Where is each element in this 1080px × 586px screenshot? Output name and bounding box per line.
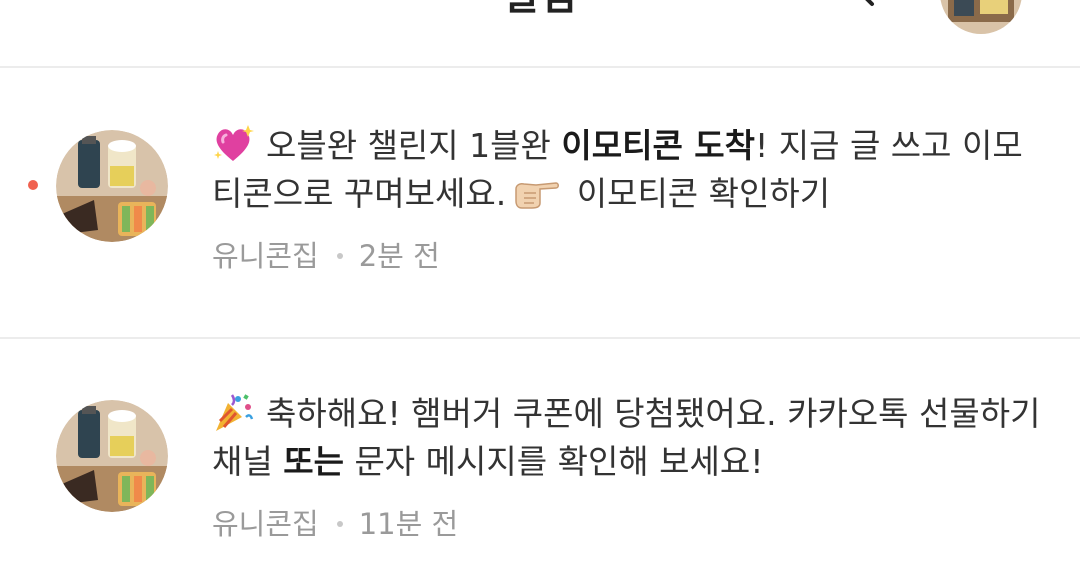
- avatar: [56, 130, 168, 242]
- message-text: 오블완 챌린지 1블완: [266, 126, 562, 165]
- search-icon: [865, 0, 874, 6]
- author-name: 유니콘집: [212, 239, 319, 273]
- notification-message: 축하해요! 햄버거 쿠폰에 당첨됐어요. 카카오톡 선물하기 채널 또는 문자 …: [212, 390, 1042, 486]
- message-link-text[interactable]: 이모티콘 확인하기: [566, 174, 830, 213]
- timestamp: 2분 전: [358, 239, 440, 273]
- pointing-right-hand-icon: [515, 182, 560, 209]
- search-button[interactable]: [812, 0, 878, 20]
- avatar: [56, 400, 168, 512]
- notification-meta: 유니콘집 11분 전: [212, 506, 458, 542]
- message-text: 문자 메시지를 확인해 보세요!: [343, 442, 764, 481]
- notification-message: 오블완 챌린지 1블완 이모티콘 도착! 지금 글 쓰고 이모티콘으로 꾸며보세…: [212, 122, 1042, 218]
- sparkling-heart-icon: [214, 125, 254, 161]
- profile-avatar[interactable]: [940, 0, 1022, 34]
- app-header: 알림: [0, 0, 1080, 66]
- notification-meta: 유니콘집 2분 전: [212, 238, 440, 274]
- header-divider: [0, 66, 1080, 68]
- author-name: 유니콘집: [212, 507, 319, 541]
- dot-separator: [336, 521, 343, 527]
- message-highlight: 또는: [283, 442, 344, 481]
- message-highlight: 이모티콘 도착: [561, 126, 756, 165]
- unread-indicator: [28, 180, 38, 190]
- item-divider: [0, 337, 1080, 339]
- page-title: 알림: [0, 0, 1080, 18]
- party-popper-icon: [216, 394, 254, 431]
- dot-separator: [336, 253, 343, 259]
- timestamp: 11분 전: [358, 507, 459, 541]
